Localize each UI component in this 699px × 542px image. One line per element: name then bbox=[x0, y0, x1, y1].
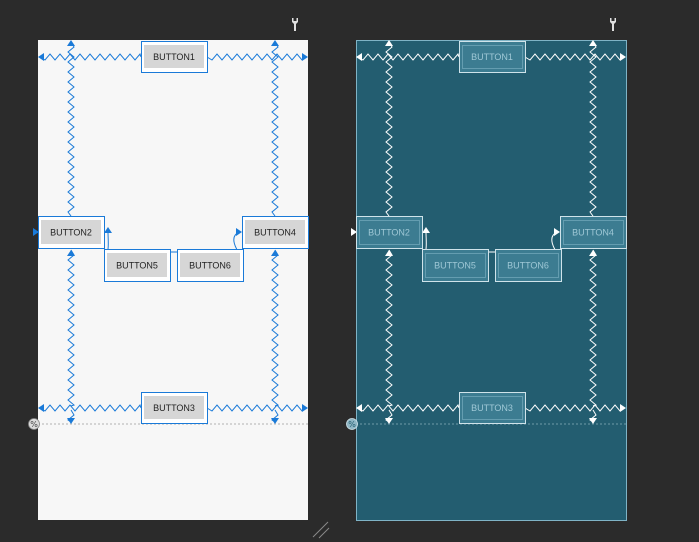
resize-handle-icon[interactable] bbox=[312, 521, 330, 539]
svg-text:%: % bbox=[30, 420, 38, 429]
svg-text:%: % bbox=[348, 420, 356, 429]
button-b5-blueprint[interactable]: BUTTON5 bbox=[422, 249, 489, 282]
wrench-icon[interactable] bbox=[610, 18, 616, 31]
button-b6-design[interactable]: BUTTON6 bbox=[177, 249, 244, 282]
button-b2-label: BUTTON2 bbox=[50, 228, 92, 238]
design-surface[interactable] bbox=[38, 40, 308, 520]
button-b1-design[interactable]: BUTTON1 bbox=[141, 41, 208, 73]
button-b1-label: BUTTON1 bbox=[471, 52, 513, 62]
wrench-icon[interactable] bbox=[292, 18, 298, 31]
button-b2-blueprint[interactable]: BUTTON2 bbox=[356, 216, 423, 249]
button-b3-blueprint[interactable]: BUTTON3 bbox=[459, 392, 526, 424]
blueprint-surface[interactable] bbox=[356, 40, 627, 521]
button-b4-label: BUTTON4 bbox=[254, 228, 296, 238]
button-b2-design[interactable]: BUTTON2 bbox=[38, 216, 105, 249]
button-b1-label: BUTTON1 bbox=[153, 52, 195, 62]
layout-editor-canvas: BUTTON1 BUTTON2 BUTTON3 BUTTON4 BUTTON5 BUTTO… bbox=[28, 18, 627, 539]
button-b1-blueprint[interactable]: BUTTON1 bbox=[459, 41, 526, 73]
percent-guideline-icon[interactable]: % bbox=[346, 418, 358, 430]
button-b4-design[interactable]: BUTTON4 bbox=[242, 216, 309, 249]
button-b2-label: BUTTON2 bbox=[368, 228, 410, 238]
button-b5-label: BUTTON5 bbox=[434, 261, 476, 271]
button-b3-design[interactable]: BUTTON3 bbox=[141, 392, 208, 424]
button-b4-label: BUTTON4 bbox=[572, 228, 614, 238]
button-b5-label: BUTTON5 bbox=[116, 261, 158, 271]
percent-guideline-icon[interactable]: % bbox=[28, 418, 40, 430]
button-b4-blueprint[interactable]: BUTTON4 bbox=[560, 216, 627, 249]
button-b3-label: BUTTON3 bbox=[471, 403, 513, 413]
button-b5-design[interactable]: BUTTON5 bbox=[104, 249, 171, 282]
button-b6-label: BUTTON6 bbox=[507, 261, 549, 271]
button-b6-blueprint[interactable]: BUTTON6 bbox=[495, 249, 562, 282]
button-b3-label: BUTTON3 bbox=[153, 403, 195, 413]
button-b6-label: BUTTON6 bbox=[189, 261, 231, 271]
